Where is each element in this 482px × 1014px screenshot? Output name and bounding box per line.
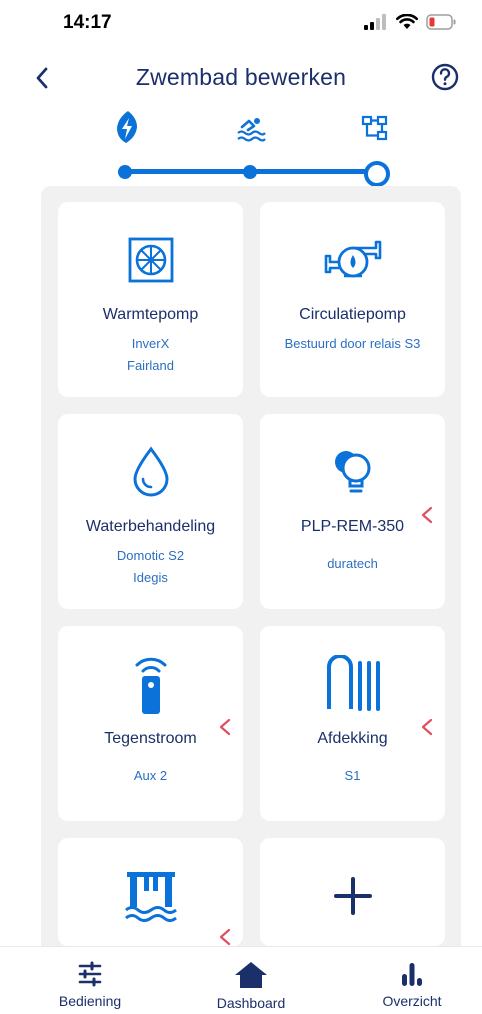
card-title: PLP-REM-350 [300,518,405,535]
nav-item-bediening[interactable]: Bediening [30,961,150,1009]
step-dot-1[interactable] [118,165,132,179]
card-plp-rem-350[interactable]: PLP-REM-350 duratech [260,414,445,609]
add-device-card[interactable] [260,838,445,946]
nav-label: Dashboard [216,995,286,1011]
step-network[interactable] [358,110,392,146]
card-tegenstroom[interactable]: Tegenstroom Aux 2 [58,626,243,821]
card-title: Waterbehandeling [85,518,216,535]
step-energy[interactable] [110,110,144,146]
warning-chevron-icon [219,928,231,946]
battery-icon [426,14,456,30]
heatpump-icon [127,232,175,288]
card-title: Warmtepomp [102,306,199,323]
cover-icon [324,655,382,712]
card-subtitle: Bestuurd door relais S3 [284,336,421,351]
card-subtitle-2: Idegis [133,570,168,585]
nav-item-overzicht[interactable]: Overzicht [352,961,472,1009]
step-dot-3-active[interactable] [364,161,390,187]
wifi-icon [396,14,418,29]
network-icon [361,115,388,141]
card-afdekking[interactable]: Afdekking S1 [260,626,445,821]
remote-icon [131,656,171,714]
step-swimmer[interactable] [234,110,268,146]
energy-icon [117,111,137,143]
swimmer-icon [237,118,266,142]
help-button[interactable] [430,62,460,92]
card-subtitle: Domotic S2 [116,548,185,563]
bottom-navigation: Bediening Dashboard Overzicht [0,946,482,1014]
card-title: Afdekking [317,730,388,747]
warning-chevron-icon [421,718,433,736]
lights-icon [330,444,376,500]
nav-label: Overzicht [382,993,442,1009]
card-subtitle: Aux 2 [133,768,168,783]
nav-item-dashboard[interactable]: Dashboard [191,961,311,1011]
card-subtitle-2: Fairland [127,358,174,373]
card-waterbehandeling[interactable]: Waterbehandeling Domotic S2 Idegis [58,414,243,609]
page-title: Zwembad bewerken [135,64,347,90]
card-warmtepomp[interactable]: Warmtepomp InverX Fairland [58,202,243,397]
card-subtitle: duratech [327,556,378,571]
stepper [0,110,482,190]
pump-icon [324,232,382,288]
card-subtitle: S1 [344,768,361,783]
card-title: Circulatiepomp [299,306,406,323]
plus-icon [333,868,373,924]
header: Zwembad bewerken [0,56,482,100]
step-dot-2[interactable] [243,165,257,179]
card-circulatiepomp[interactable]: Circulatiepomp Bestuurd door relais S3 [260,202,445,397]
card-pool-ladder[interactable] [58,838,243,946]
nav-label: Bediening [58,993,122,1009]
sliders-icon [78,961,102,987]
water-drop-icon [131,444,171,500]
warning-chevron-icon [421,506,433,524]
signal-icon [364,14,386,30]
pool-ladder-icon [124,868,178,924]
status-time: 14:17 [63,12,112,33]
status-icons [364,14,456,30]
warning-chevron-icon [219,718,231,736]
card-subtitle: InverX [131,336,170,351]
card-title: Tegenstroom [104,730,197,747]
home-icon [235,962,267,988]
question-circle-icon [431,63,459,91]
status-bar: 14:17 [0,0,482,44]
bar-chart-icon [402,963,422,986]
